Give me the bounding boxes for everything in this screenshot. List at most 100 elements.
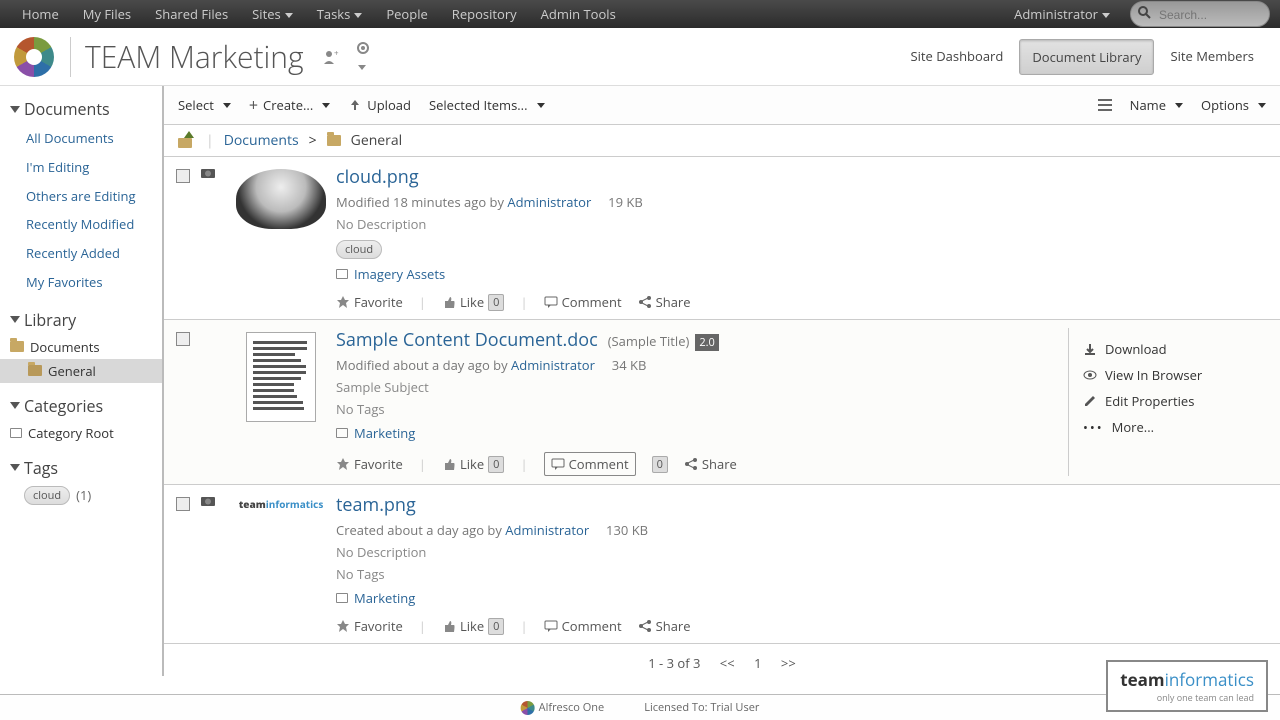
sidebar-item-recently-modified[interactable]: Recently Modified <box>0 210 162 239</box>
favorite-action[interactable]: Favorite <box>336 455 403 473</box>
nav-item-tasks[interactable]: Tasks <box>305 0 375 28</box>
breadcrumb-root[interactable]: Documents <box>224 131 299 150</box>
user-add-icon[interactable]: + <box>322 48 340 66</box>
edit-properties-action[interactable]: Edit Properties <box>1083 388 1254 414</box>
tag-chip[interactable]: cloud <box>336 240 382 259</box>
sidebar-item-my-favorites[interactable]: My Favorites <box>0 268 162 297</box>
camera-icon[interactable] <box>200 495 216 635</box>
download-action[interactable]: Download <box>1083 336 1254 362</box>
page-current[interactable]: 1 <box>754 654 761 672</box>
footer: Alfresco One Licensed To: Trial User <box>0 694 1280 720</box>
nav-item-my-files[interactable]: My Files <box>71 0 143 28</box>
category-name[interactable]: Imagery Assets <box>354 265 445 283</box>
sidebar-item-recently-added[interactable]: Recently Added <box>0 239 162 268</box>
meta-user-link[interactable]: Administrator <box>507 193 591 211</box>
sidebar-section-documents[interactable]: Documents <box>0 94 162 124</box>
tab-site-members[interactable]: Site Members <box>1158 39 1266 75</box>
share-action[interactable]: Share <box>638 617 691 635</box>
pencil-icon <box>1083 394 1097 408</box>
nav-item-repository[interactable]: Repository <box>440 0 529 28</box>
category-icon <box>336 428 348 438</box>
selected-items-button[interactable]: Selected Items... <box>429 96 545 114</box>
create-button[interactable]: +Create... <box>249 94 330 116</box>
comment-action[interactable]: Comment <box>544 617 622 635</box>
nav-right: Administrator <box>1002 0 1270 28</box>
sidebar-item-others-are-editing[interactable]: Others are Editing <box>0 182 162 211</box>
favorite-action[interactable]: Favorite <box>336 617 403 635</box>
star-icon <box>336 295 350 309</box>
sidebar-section-tags[interactable]: Tags <box>0 453 162 483</box>
tree-item-documents[interactable]: Documents <box>0 335 162 359</box>
upload-button[interactable]: Upload <box>348 96 411 114</box>
search-box[interactable] <box>1130 1 1270 27</box>
sidebar-item-all-documents[interactable]: All Documents <box>0 124 162 153</box>
sort-button[interactable]: Name <box>1130 96 1183 114</box>
site-title: TEAM Marketing <box>85 36 304 77</box>
meta-user-link[interactable]: Administrator <box>505 521 589 539</box>
like-action[interactable]: Like 0 <box>442 617 505 635</box>
category-name[interactable]: Marketing <box>354 589 415 607</box>
page-prev[interactable]: << <box>720 654 735 672</box>
folder-up-icon[interactable] <box>178 134 196 148</box>
page-next[interactable]: >> <box>781 654 796 672</box>
tree-item-category-root[interactable]: Category Root <box>0 421 162 445</box>
document-title[interactable]: cloud.png <box>336 165 419 189</box>
thumbnail[interactable]: teaminformatics <box>226 493 336 635</box>
gear-icon[interactable] <box>354 39 372 75</box>
meta-user-link[interactable]: Administrator <box>511 356 595 374</box>
category-name[interactable]: Marketing <box>354 424 415 442</box>
thumbnail[interactable] <box>226 328 336 476</box>
row-actions: Favorite|Like 0|CommentShare <box>336 293 1268 311</box>
search-input[interactable] <box>1159 8 1257 22</box>
share-icon <box>638 619 652 633</box>
camera-icon[interactable] <box>200 167 216 311</box>
share-action[interactable]: Share <box>638 293 691 311</box>
select-button[interactable]: Select <box>178 96 231 114</box>
nav-item-admin-tools[interactable]: Admin Tools <box>529 0 628 28</box>
list-icon <box>1098 99 1112 111</box>
view-mode-button[interactable] <box>1098 99 1112 111</box>
like-count: 0 <box>488 294 504 311</box>
site-logo-icon <box>14 37 54 77</box>
view-browser-action[interactable]: View In Browser <box>1083 362 1254 388</box>
nav-item-home[interactable]: Home <box>10 0 71 28</box>
svg-text:+: + <box>334 48 339 59</box>
options-button[interactable]: Options <box>1201 96 1266 114</box>
like-action[interactable]: Like 0 <box>442 293 505 311</box>
thumbnail[interactable] <box>226 165 336 311</box>
eye-icon <box>1083 368 1097 382</box>
folder-open-icon <box>28 365 42 376</box>
comment-action[interactable]: Comment <box>544 452 636 476</box>
tag-item[interactable]: cloud (1) <box>0 483 162 508</box>
comment-count: 0 <box>652 456 668 473</box>
sidebar-section-categories[interactable]: Categories <box>0 391 162 421</box>
favorite-action[interactable]: Favorite <box>336 293 403 311</box>
chevron-down-icon <box>10 464 20 471</box>
global-nav: HomeMy FilesShared FilesSitesTasksPeople… <box>0 0 1280 28</box>
sidebar-section-library[interactable]: Library <box>0 305 162 335</box>
tree-item-general[interactable]: General <box>0 359 162 383</box>
document-row: cloud.png Modified 18 minutes ago by Admi… <box>164 157 1280 320</box>
sidebar-item-i-m-editing[interactable]: I'm Editing <box>0 153 162 182</box>
row-checkbox[interactable] <box>176 497 190 511</box>
document-title[interactable]: Sample Content Document.doc <box>336 328 598 352</box>
row-actions: Favorite|Like 0|Comment 0Share <box>336 452 1068 476</box>
row-checkbox[interactable] <box>176 332 190 346</box>
nav-item-people[interactable]: People <box>374 0 439 28</box>
row-checkbox[interactable] <box>176 169 190 183</box>
search-icon <box>1137 5 1151 19</box>
document-meta: Modified 18 minutes ago by Administrator… <box>336 193 1268 211</box>
user-menu[interactable]: Administrator <box>1002 0 1122 28</box>
share-action[interactable]: Share <box>684 455 737 473</box>
category-icon <box>336 593 348 603</box>
comment-icon <box>544 296 558 308</box>
nav-item-sites[interactable]: Sites <box>240 0 305 28</box>
tab-site-dashboard[interactable]: Site Dashboard <box>899 39 1016 75</box>
more-action[interactable]: •••More... <box>1083 414 1254 440</box>
document-title[interactable]: team.png <box>336 493 416 517</box>
document-toolbar: Select +Create... Upload Selected Items.… <box>164 86 1280 125</box>
tab-document-library[interactable]: Document Library <box>1019 39 1154 75</box>
nav-item-shared-files[interactable]: Shared Files <box>143 0 240 28</box>
like-action[interactable]: Like 0 <box>442 455 505 473</box>
comment-action[interactable]: Comment <box>544 293 622 311</box>
